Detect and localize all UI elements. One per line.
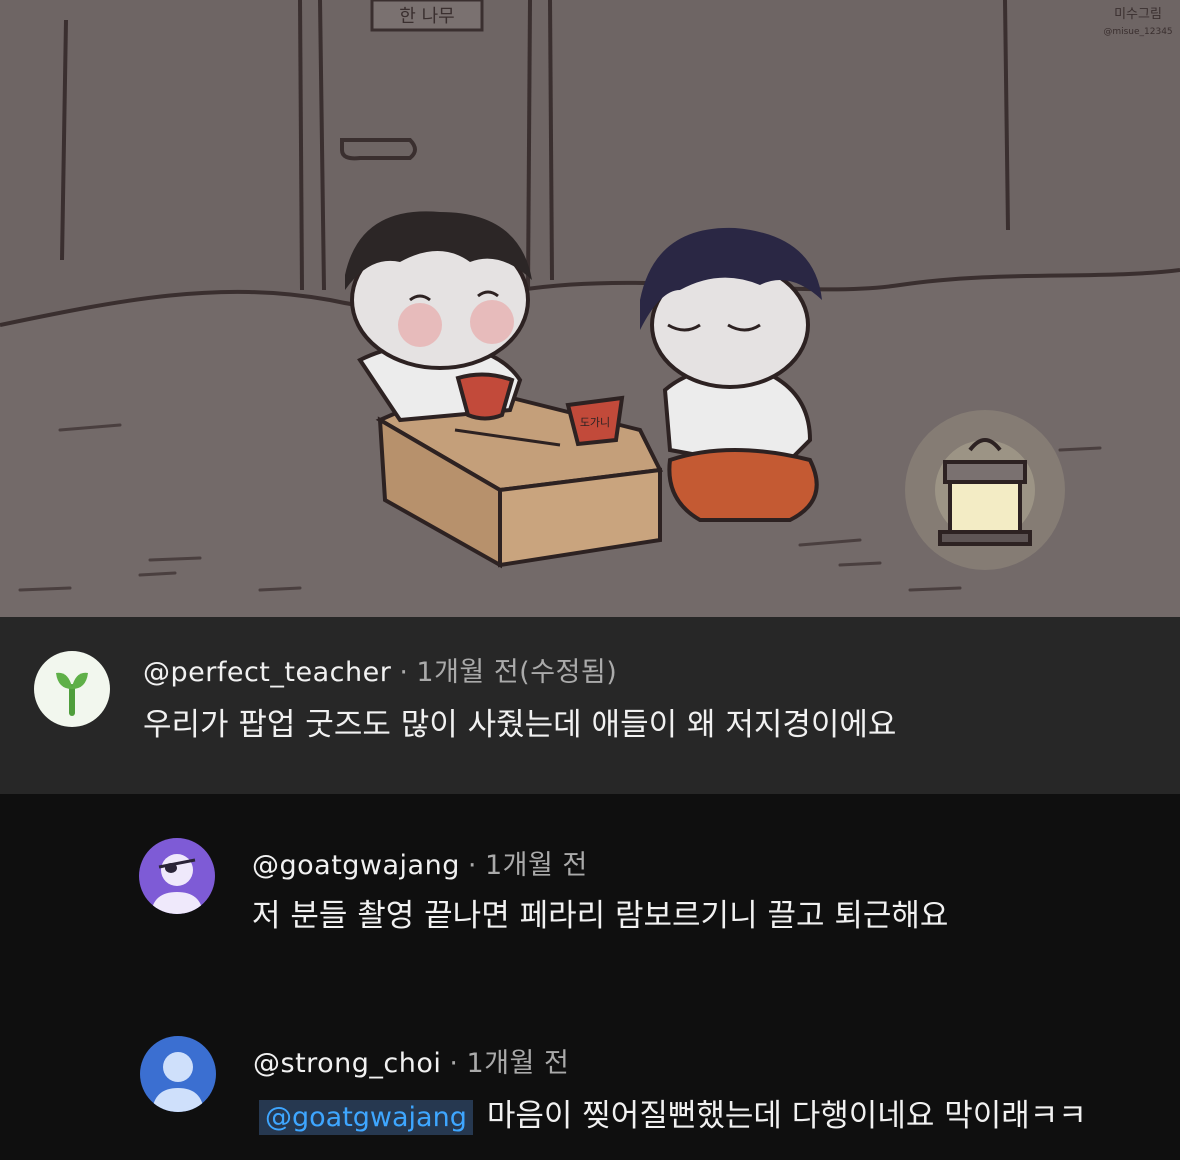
comment-meta: @perfect_teacher · 1개월 전(수정됨) <box>143 657 617 689</box>
meta-separator: · <box>467 850 477 881</box>
default-user-icon <box>152 1052 204 1112</box>
reply-item: @strong_choi · 1개월 전 @goatgwajang 마음이 찢어질뻔했… <box>0 994 1180 1160</box>
lantern-icon <box>905 410 1065 570</box>
comment-time[interactable]: 1개월 전(수정됨) <box>416 657 617 688</box>
sprout-icon <box>56 672 88 716</box>
artist-signature: 미수그림 <box>1114 7 1162 22</box>
mention-link[interactable]: @goatgwajang <box>259 1100 473 1135</box>
comment-meta: @goatgwajang · 1개월 전 <box>252 850 588 882</box>
comment-text: 저 분들 촬영 끝나면 페라리 람보르기니 끌고 퇴근해요 <box>252 898 949 934</box>
comment-author[interactable]: @goatgwajang <box>252 850 460 881</box>
meta-separator: · <box>449 1048 459 1079</box>
comment-item: @perfect_teacher · 1개월 전(수정됨) 우리가 팝업 굿즈도 많… <box>0 617 1180 794</box>
eyepatch-user-icon <box>151 854 203 914</box>
door-sign-text: 한 나무 <box>399 6 454 27</box>
comment-text: 우리가 팝업 굿즈도 많이 사줬는데 애들이 왜 저지경이에요 <box>143 707 897 743</box>
comment-author[interactable]: @strong_choi <box>253 1048 441 1079</box>
avatar[interactable] <box>140 1036 216 1112</box>
comment-text-row: @goatgwajang 마음이 찢어질뻔했는데 다행이네요 막이래ㅋㅋ <box>259 1096 1087 1138</box>
comment-meta: @strong_choi · 1개월 전 <box>253 1048 569 1080</box>
comment-time[interactable]: 1개월 전 <box>485 850 588 881</box>
avatar[interactable] <box>34 651 110 727</box>
meta-separator: · <box>399 657 409 688</box>
comment-text: 마음이 찢어질뻔했는데 다행이네요 막이래ㅋㅋ <box>486 1098 1087 1134</box>
cup-label: 도가니 <box>580 416 610 429</box>
comment-author[interactable]: @perfect_teacher <box>143 657 391 688</box>
avatar[interactable] <box>139 838 215 914</box>
reply-item: @goatgwajang · 1개월 전 저 분들 촬영 끝나면 페라리 람보르기니… <box>0 794 1180 994</box>
illustration-svg: 한 나무 미수그림 @misue_12345 도가니 <box>0 0 1180 617</box>
video-thumbnail-illustration: 한 나무 미수그림 @misue_12345 도가니 <box>0 0 1180 617</box>
artist-handle: @misue_12345 <box>1103 27 1172 37</box>
comment-time[interactable]: 1개월 전 <box>467 1048 570 1079</box>
